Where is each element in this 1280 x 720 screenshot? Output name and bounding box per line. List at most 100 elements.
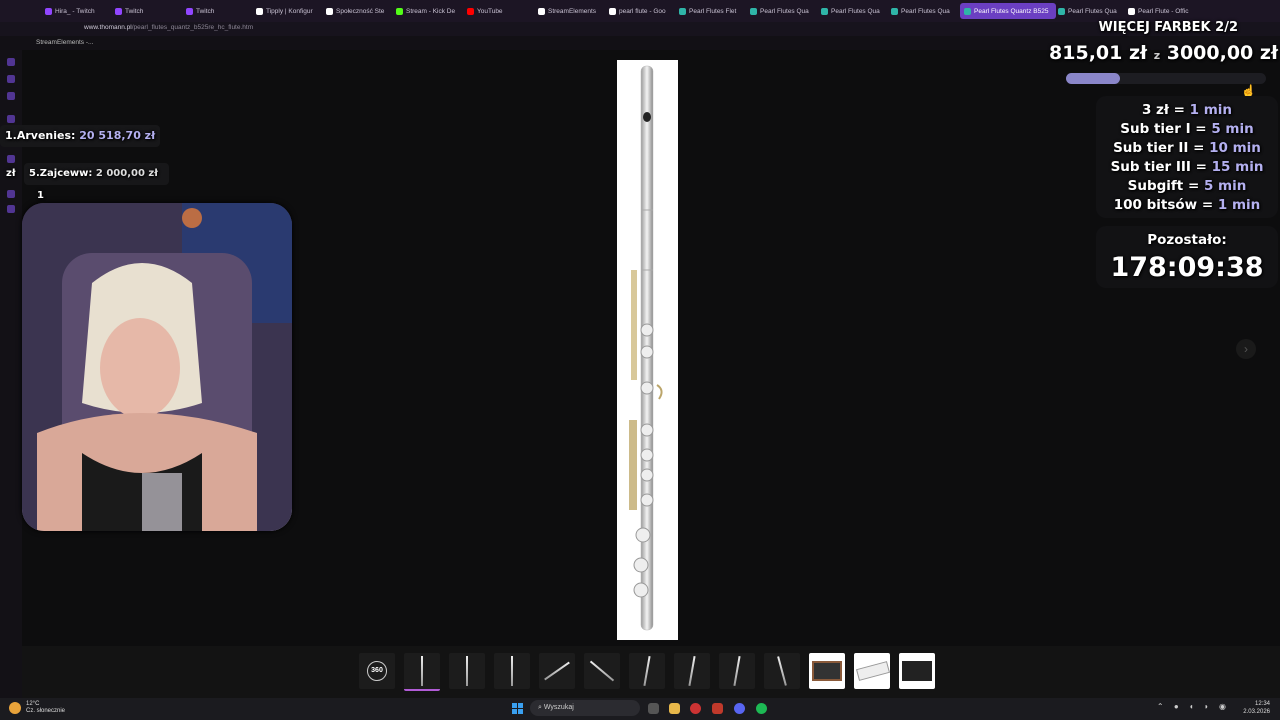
flute-icon — [629, 65, 663, 631]
leaderboard-entry-5: 5.Zajceww: 2 000,00 zł 1 — [24, 163, 169, 201]
rule-row: 100 bitsów = 1 min — [1113, 197, 1261, 213]
browser-tab[interactable]: Pearl Flutes Qua — [821, 3, 887, 19]
tab-favicon-icon — [396, 7, 403, 15]
goal-target: 3000,00 zł — [1166, 42, 1278, 64]
tab-label: Pearl Flutes Qua — [901, 7, 950, 15]
thumbnail-6[interactable] — [629, 653, 665, 689]
url-text[interactable]: www.thomann.pl/pearl_flutes_quantz_b525r… — [84, 24, 253, 31]
sidebar-bag-icon[interactable] — [7, 75, 15, 83]
tab-label: Pearl Flute - Offic — [1138, 7, 1189, 15]
browser-tab[interactable]: Twitch — [115, 3, 181, 19]
webcam-feed — [22, 203, 292, 531]
goal-progress-fill — [1066, 73, 1120, 84]
tab-favicon-icon — [750, 7, 757, 15]
browser-tab[interactable]: Pearl Flutes Qua — [750, 3, 816, 19]
rule-row: 3 zł = 1 min — [1141, 102, 1233, 118]
timer-value: 178:09:38 — [1110, 252, 1264, 283]
browser-tab[interactable]: StreamElements — [538, 3, 604, 19]
thumbnail-1[interactable] — [404, 653, 440, 691]
opera-gx-icon[interactable] — [690, 703, 701, 714]
sidebar-whatsapp-icon[interactable] — [7, 155, 15, 163]
tab-label: Pearl Flutes Flet — [689, 7, 737, 15]
weather-sun-icon[interactable] — [9, 702, 21, 714]
browser-tab[interactable]: Twitch — [186, 3, 252, 19]
browser-tab[interactable]: Stream - Kick De — [396, 3, 462, 19]
thumbnail-2[interactable] — [449, 653, 485, 689]
thumbnail-9[interactable] — [764, 653, 800, 689]
tab-favicon-icon — [1058, 7, 1065, 15]
search-icon: ⌕ — [538, 704, 542, 711]
taskbar-clock[interactable]: 12:34 2.03.2026 — [1243, 700, 1270, 716]
windows-start-icon[interactable] — [512, 703, 523, 714]
sidebar-discord-icon[interactable] — [7, 115, 15, 123]
thumbnail-8[interactable] — [719, 653, 755, 689]
tab-label: Hira_ - Twitch — [55, 7, 95, 15]
url-host: www.thomann.pl — [84, 24, 132, 31]
goal-of: z — [1153, 49, 1161, 62]
tab-label: Pearl Flutes Qua — [760, 7, 809, 15]
sidebar-twitch-icon[interactable] — [7, 58, 15, 66]
discord-icon[interactable] — [734, 703, 745, 714]
tab-favicon-icon — [964, 7, 971, 15]
taskbar-search[interactable]: ⌕ Wyszukaj — [530, 700, 640, 716]
tab-favicon-icon — [821, 7, 828, 15]
product-image-flute[interactable] — [617, 60, 678, 640]
tab-label: StreamElements — [548, 7, 597, 15]
browser-tab[interactable]: Pearl Flutes Quantz B525 — [960, 3, 1056, 19]
browser-sidebar — [0, 50, 22, 698]
browser-tab[interactable]: Pearl Flute - Offic — [1128, 3, 1194, 19]
goal-title: WIĘCEJ FARBEK 2/2 — [1098, 20, 1238, 35]
thumbnail-case-open[interactable] — [809, 653, 845, 689]
sidebar-music-icon[interactable] — [7, 190, 15, 198]
tab-favicon-icon — [1128, 7, 1135, 15]
tab-favicon-icon — [186, 7, 193, 15]
thumbnail-case-closed[interactable] — [854, 653, 891, 689]
browser-tab[interactable]: Hira_ - Twitch — [45, 3, 111, 19]
rule-row: Subgift = 5 min — [1127, 178, 1247, 194]
browser-tab[interactable]: Pearl Flutes Flet — [679, 3, 745, 19]
tab-label: Pearl Flutes Qua — [1068, 7, 1117, 15]
browser-tab[interactable]: Tipply | Konfigur — [256, 3, 322, 19]
rule-row: Sub tier III = 15 min — [1110, 159, 1264, 175]
thumbnail-5[interactable] — [584, 653, 620, 689]
rule-row: Sub tier I = 5 min — [1120, 121, 1254, 137]
leaderboard-cut-text: zł — [6, 168, 16, 179]
tab-label: Twitch — [125, 7, 144, 15]
tab-favicon-icon — [326, 7, 333, 15]
tab-favicon-icon — [115, 7, 122, 15]
next-image-chevron-icon[interactable]: › — [1236, 339, 1256, 359]
browser-tab[interactable]: Pearl Flutes Qua — [1058, 3, 1124, 19]
tab-favicon-icon — [45, 7, 52, 15]
opera-icon[interactable] — [712, 703, 723, 714]
sidebar-chat-icon[interactable] — [7, 92, 15, 100]
windows-taskbar — [0, 698, 1280, 720]
tab-favicon-icon — [538, 7, 545, 15]
sidebar-settings-icon[interactable] — [7, 205, 15, 213]
goal-current: 815,01 zł — [1049, 42, 1148, 64]
thumbnail-360-view[interactable]: 360 — [359, 653, 395, 689]
url-path: /pearl_flutes_quantz_b525re_hc_flute.htm — [131, 24, 254, 31]
spotify-icon[interactable] — [756, 703, 767, 714]
browser-tab[interactable]: Pearl Flutes Qua — [891, 3, 957, 19]
task-view-icon[interactable] — [648, 703, 659, 714]
thumbnail-3[interactable] — [494, 653, 530, 689]
browser-tab[interactable]: pearl flute - Goo — [609, 3, 675, 19]
thumbnail-bag[interactable] — [899, 653, 935, 689]
leaderboard-entry-1: 1.Arvenies: 20 518,70 zł — [0, 125, 160, 147]
tab-label: Tipply | Konfigur — [266, 7, 313, 15]
weather-widget[interactable]: 12°C Cz. słonecznie — [26, 701, 65, 715]
tab-favicon-icon — [609, 7, 616, 15]
system-tray[interactable]: ⌃ ● ◖ ◗ ◉ — [1157, 702, 1230, 711]
bookmark-streamelements[interactable]: StreamElements -... — [36, 39, 93, 46]
tab-label: Pearl Flutes Quantz B525 — [974, 7, 1049, 15]
thumbnail-7[interactable] — [674, 653, 710, 689]
file-explorer-icon[interactable] — [669, 703, 680, 714]
tab-favicon-icon — [256, 7, 263, 15]
goal-amount: 815,01 zł z 3000,00 zł — [1049, 42, 1278, 64]
timer-label: Pozostało: — [1147, 232, 1227, 248]
browser-tab[interactable]: YouTube — [467, 3, 533, 19]
thumbnail-4[interactable] — [539, 653, 575, 689]
view-360-icon: 360 — [367, 661, 387, 681]
tab-label: YouTube — [477, 7, 503, 15]
browser-tab[interactable]: Społeczność Ste — [326, 3, 392, 19]
